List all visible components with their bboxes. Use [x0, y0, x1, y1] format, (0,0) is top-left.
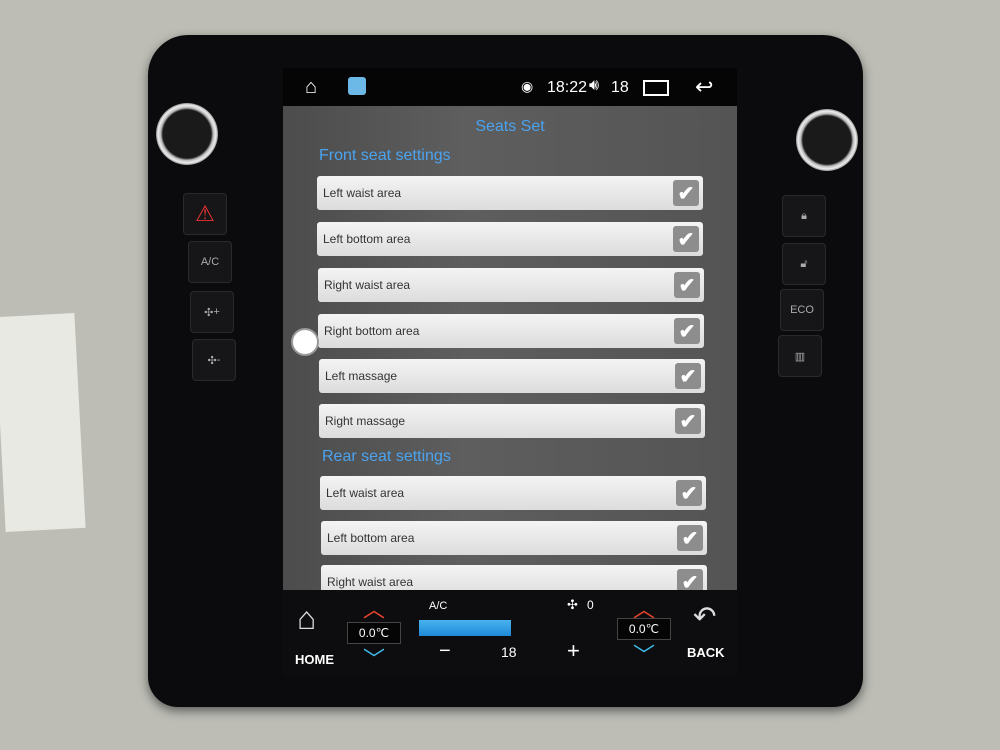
set-temp: 18	[501, 644, 517, 660]
recents-icon[interactable]	[643, 80, 669, 96]
page-title: Seats Set	[475, 118, 545, 135]
right-temp-down[interactable]: ﹀	[633, 638, 655, 670]
checkbox-checked[interactable]: ✔	[676, 480, 702, 506]
fan-speed: 0	[587, 598, 594, 612]
rear-section-header: Rear seat settings	[322, 448, 451, 465]
checkbox-checked[interactable]: ✔	[677, 525, 703, 551]
home-icon: ⌂	[297, 600, 317, 636]
left-temp: 0.0℃	[347, 622, 401, 644]
seat-option-label: Left waist area	[323, 186, 402, 200]
status-bar: ⌂ ◉ 18:22 🔊︎ 18 ↩	[283, 68, 737, 106]
seat-option-row[interactable]: Left waist area ✔	[317, 176, 703, 210]
hotspot-icon: ◉	[521, 78, 534, 94]
defrost-button[interactable]: ▥	[778, 335, 822, 377]
checkbox-checked[interactable]: ✔	[674, 272, 700, 298]
paper-note	[0, 313, 86, 532]
volume-level: 18	[611, 79, 629, 96]
screen: ⌂ ◉ 18:22 🔊︎ 18 ↩ Seats Set Front seat s…	[283, 68, 737, 675]
hazard-button[interactable]: ⚠	[183, 193, 227, 235]
temp-minus[interactable]: −	[439, 640, 451, 663]
seat-option-row[interactable]: Right bottom area ✔	[318, 314, 704, 348]
seat-option-label: Right waist area	[324, 278, 411, 292]
seat-option-label: Left massage	[325, 369, 398, 383]
seat-option-row[interactable]: Left bottom area ✔	[321, 521, 707, 555]
checkbox-checked[interactable]: ✔	[674, 318, 700, 344]
temp-plus[interactable]: +	[567, 638, 580, 664]
app-icon[interactable]	[348, 77, 366, 95]
ac-hw-button[interactable]: A/C	[188, 241, 232, 283]
checkbox-checked[interactable]: ✔	[673, 226, 699, 252]
seat-option-row[interactable]: Left bottom area ✔	[317, 222, 703, 256]
fan-plus-label: +	[213, 306, 220, 318]
front-section-header: Front seat settings	[319, 147, 451, 164]
left-temp-up[interactable]: ︿	[363, 592, 385, 624]
checkbox-checked[interactable]: ✔	[673, 180, 699, 206]
right-temp: 0.0℃	[617, 618, 671, 640]
back-label: BACK	[687, 645, 725, 660]
volume-icon[interactable]: 🔊︎	[589, 77, 599, 95]
ac-label[interactable]: A/C	[429, 600, 447, 612]
home-icon[interactable]: ⌂	[305, 76, 317, 99]
eco-button[interactable]: ECO	[780, 289, 824, 331]
fan-icon: ✣	[567, 597, 578, 612]
checkbox-checked[interactable]: ✔	[675, 408, 701, 434]
climate-bar: ⌂ HOME ︿ 0.0℃ ﹀ A/C ✣ 0 − 18 + ︿ 0.0℃ ﹀ …	[283, 590, 737, 675]
fan-plus-button[interactable]: ✣ +	[190, 291, 234, 333]
seat-option-label: Right waist area	[327, 575, 414, 589]
home-label: HOME	[295, 652, 334, 667]
checkbox-checked[interactable]: ✔	[675, 363, 701, 389]
home-button[interactable]: ⌂ HOME	[287, 600, 337, 670]
floating-button[interactable]	[291, 328, 319, 356]
back-arrow-icon: ↶	[693, 601, 717, 632]
seat-option-label: Left bottom area	[327, 531, 415, 545]
seat-option-label: Left waist area	[326, 486, 405, 500]
fan-minus-label: -	[216, 354, 221, 366]
unlock-button[interactable]: 🔓︎	[782, 243, 826, 285]
seat-option-row[interactable]: Left massage ✔	[319, 359, 705, 393]
fan-level-bar[interactable]	[419, 620, 511, 636]
settings-content: Seats Set Front seat settings Left waist…	[283, 106, 737, 599]
left-temp-down[interactable]: ﹀	[363, 642, 385, 674]
seat-option-row[interactable]: Left waist area ✔	[320, 476, 706, 510]
seat-option-label: Left bottom area	[323, 232, 411, 246]
right-knob[interactable]	[796, 109, 858, 171]
seat-option-label: Right massage	[325, 414, 406, 428]
lock-button[interactable]: 🔒︎	[782, 195, 826, 237]
back-button[interactable]: ↶ BACK	[681, 600, 731, 670]
seat-option-label: Right bottom area	[324, 324, 420, 338]
fan-minus-button[interactable]: ✣ -	[192, 339, 236, 381]
seat-option-row[interactable]: Right massage ✔	[319, 404, 705, 438]
back-icon[interactable]: ↩	[695, 74, 713, 100]
clock: 18:22	[547, 79, 588, 96]
left-knob[interactable]	[156, 103, 218, 165]
seat-option-row[interactable]: Right waist area ✔	[318, 268, 704, 302]
